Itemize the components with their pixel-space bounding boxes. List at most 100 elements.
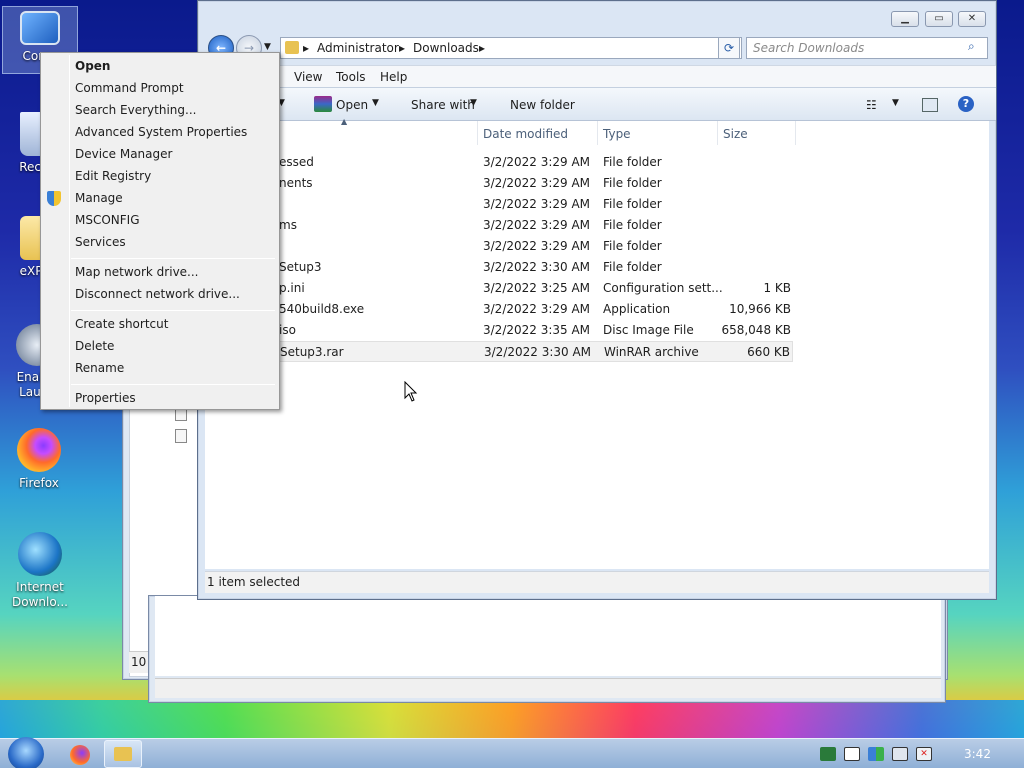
explorer-window[interactable]: ▁ ▭ ✕ ← → ▼ ▸ Administrator ▸ Downloads … — [197, 0, 997, 600]
table-row[interactable]: 3/2/2022 3:29 AM File folder — [205, 194, 793, 215]
file-name: 540build8.exe — [279, 302, 365, 316]
address-bar[interactable]: ▸ Administrator ▸ Downloads ▸ ▼ — [280, 37, 742, 59]
desktop-icon-internet-download-manager[interactable]: Internet Downlo... — [4, 532, 76, 610]
taskbar-explorer-button[interactable] — [104, 740, 142, 768]
menu-separator — [71, 310, 275, 311]
file-size: 658,048 KB — [721, 323, 791, 337]
table-row[interactable]: nents 3/2/2022 3:29 AM File folder — [205, 173, 793, 194]
column-type[interactable]: Type — [603, 127, 631, 141]
file-list[interactable]: ▲ Date modified Type Size essed 3/2/2022 … — [205, 117, 989, 569]
table-row[interactable]: 3/2/2022 3:29 AM File folder — [205, 236, 793, 257]
open-button[interactable]: Open — [336, 98, 368, 112]
view-dropdown-icon[interactable]: ▼ — [892, 98, 899, 108]
close-button[interactable]: ✕ — [958, 11, 986, 27]
desktop-icon-firefox[interactable]: Firefox — [4, 428, 74, 490]
security-tray-icon[interactable] — [868, 747, 884, 761]
menu-view[interactable]: View — [294, 70, 322, 84]
file-name: Setup3 — [279, 260, 322, 274]
file-date: 3/2/2022 3:29 AM — [483, 239, 591, 253]
file-type: Configuration sett... — [603, 281, 723, 295]
menu-item-device-manager[interactable]: Device Manager — [75, 147, 172, 161]
file-date: 3/2/2022 3:29 AM — [483, 302, 591, 316]
menu-item-rename[interactable]: Rename — [75, 361, 124, 375]
file-date: 3/2/2022 3:29 AM — [483, 197, 591, 211]
file-type: File folder — [603, 155, 662, 169]
minimize-button[interactable]: ▁ — [891, 11, 919, 27]
file-type: File folder — [603, 176, 662, 190]
menu-item-delete[interactable]: Delete — [75, 339, 114, 353]
menu-item-msconfig[interactable]: MSCONFIG — [75, 213, 140, 227]
menu-tools[interactable]: Tools — [336, 70, 366, 84]
mouse-cursor-icon — [404, 381, 418, 402]
context-menu: Open Command Prompt Search Everything...… — [40, 52, 280, 410]
menu-item-command-prompt[interactable]: Command Prompt — [75, 81, 184, 95]
file-date: 3/2/2022 3:29 AM — [483, 176, 591, 190]
taskbar-firefox-icon[interactable] — [70, 745, 90, 765]
refresh-button[interactable]: ⟳ — [718, 37, 740, 59]
volume-muted-icon[interactable]: ✕ — [916, 747, 932, 761]
column-size[interactable]: Size — [723, 127, 748, 141]
file-icon — [175, 429, 187, 443]
maximize-button[interactable]: ▭ — [925, 11, 953, 27]
clock[interactable]: 3:42 — [964, 747, 991, 761]
file-size: 1 KB — [763, 281, 791, 295]
column-date-modified[interactable]: Date modified — [483, 127, 568, 141]
menu-item-disconnect-network-drive[interactable]: Disconnect network drive... — [75, 287, 240, 301]
preview-pane-icon[interactable] — [922, 98, 938, 112]
view-options-icon[interactable]: ☷ — [866, 98, 877, 112]
file-size: 10,966 KB — [729, 302, 791, 316]
menu-bar: View Tools Help — [198, 65, 996, 87]
menu-separator — [71, 384, 275, 385]
help-icon[interactable]: ? — [958, 96, 974, 112]
table-row[interactable]: Setup3.rar 3/2/2022 3:30 AM WinRAR archive… — [205, 341, 793, 362]
file-type: WinRAR archive — [604, 345, 699, 359]
table-row[interactable]: ms 3/2/2022 3:29 AM File folder — [205, 215, 793, 236]
open-dropdown-icon[interactable]: ▼ — [372, 98, 379, 108]
file-type: File folder — [603, 218, 662, 232]
recent-pages-dropdown[interactable]: ▼ — [264, 42, 271, 52]
desktop-icon-label: Internet Downlo... — [12, 580, 68, 609]
table-row[interactable]: 540build8.exe 3/2/2022 3:29 AM Application… — [205, 299, 793, 320]
network-tray-icon[interactable] — [892, 747, 908, 761]
file-size: 660 KB — [747, 345, 790, 359]
refresh-icon: ⟳ — [723, 41, 735, 55]
download-manager-tray-icon[interactable] — [820, 747, 836, 761]
search-icon: ⌕ — [968, 39, 975, 53]
file-name: essed — [279, 155, 314, 169]
share-dropdown-icon[interactable]: ▼ — [470, 98, 477, 108]
file-date: 3/2/2022 3:25 AM — [483, 281, 591, 295]
notepad-tray-icon[interactable] — [844, 747, 860, 761]
wallpaper-rainbow — [0, 700, 1024, 740]
taskbar: ✕ 3:42 — [0, 737, 1024, 768]
search-input[interactable]: Search Downloads — [746, 37, 988, 59]
menu-item-advanced-system-properties[interactable]: Advanced System Properties — [75, 125, 247, 139]
menu-item-services[interactable]: Services — [75, 235, 126, 249]
menu-help[interactable]: Help — [380, 70, 407, 84]
file-type: Application — [603, 302, 671, 316]
table-row[interactable]: Setup3 3/2/2022 3:30 AM File folder — [205, 257, 793, 278]
background-window-lower[interactable] — [148, 595, 946, 703]
title-bar[interactable]: ▁ ▭ ✕ — [198, 1, 996, 35]
menu-item-create-shortcut[interactable]: Create shortcut — [75, 317, 168, 331]
menu-item-open[interactable]: Open — [75, 59, 110, 73]
breadcrumb-administrator[interactable]: Administrator — [317, 41, 399, 55]
file-date: 3/2/2022 3:30 AM — [484, 345, 592, 359]
menu-item-properties[interactable]: Properties — [75, 391, 136, 405]
start-orb-icon[interactable] — [8, 737, 44, 768]
share-with-button[interactable]: Share with — [411, 98, 475, 112]
table-row[interactable]: iso 3/2/2022 3:35 AM Disc Image File 658,04… — [205, 320, 793, 341]
menu-item-edit-registry[interactable]: Edit Registry — [75, 169, 151, 183]
command-toolbar: ▼ Open ▼ Share with ▼ New folder ☷ ▼ ? — [198, 87, 996, 121]
file-name: ms — [279, 218, 297, 232]
menu-item-search-everything[interactable]: Search Everything... — [75, 103, 196, 117]
table-row[interactable]: essed 3/2/2022 3:29 AM File folder — [205, 152, 793, 173]
file-name: nents — [279, 176, 313, 190]
winrar-icon — [314, 96, 332, 112]
file-type: Disc Image File — [603, 323, 694, 337]
new-folder-button[interactable]: New folder — [510, 98, 575, 112]
menu-item-manage[interactable]: Manage — [75, 191, 123, 205]
menu-item-map-network-drive[interactable]: Map network drive... — [75, 265, 199, 279]
file-name: Setup3.rar — [280, 345, 344, 359]
table-row[interactable]: p.ini 3/2/2022 3:25 AM Configuration sett.… — [205, 278, 793, 299]
breadcrumb-downloads[interactable]: Downloads — [413, 41, 479, 55]
